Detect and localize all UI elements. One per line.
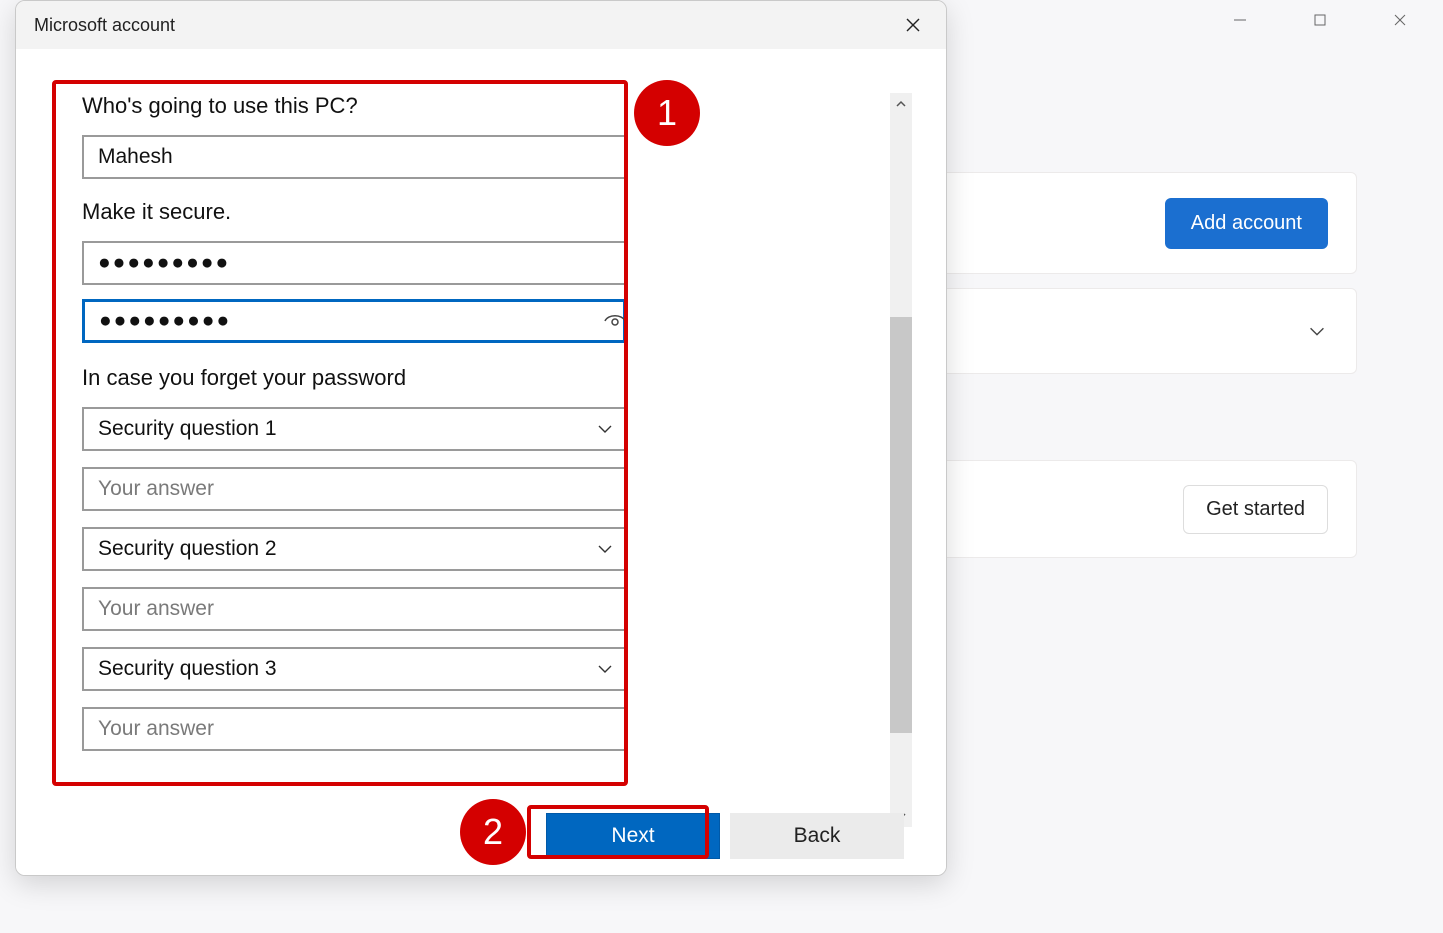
chevron-up-icon bbox=[895, 98, 907, 110]
close-window-button[interactable] bbox=[1377, 4, 1423, 36]
dialog-title: Microsoft account bbox=[16, 1, 946, 49]
scrollbar-track[interactable] bbox=[890, 93, 912, 827]
confirm-password-input[interactable] bbox=[82, 299, 626, 343]
minimize-button[interactable] bbox=[1217, 4, 1263, 36]
chevron-down-icon bbox=[596, 540, 614, 558]
window-controls bbox=[1217, 0, 1443, 48]
section-forget-heading: In case you forget your password bbox=[82, 365, 642, 391]
get-started-button[interactable]: Get started bbox=[1183, 485, 1328, 534]
scroll-up-button[interactable] bbox=[890, 93, 912, 115]
chevron-down-icon bbox=[596, 660, 614, 678]
section-secure-heading: Make it secure. bbox=[82, 199, 642, 225]
minimize-icon bbox=[1233, 13, 1247, 27]
close-icon bbox=[1393, 13, 1407, 27]
dialog-close-button[interactable] bbox=[890, 9, 936, 41]
add-account-button[interactable]: Add account bbox=[1165, 198, 1328, 249]
chevron-down-icon bbox=[1306, 320, 1328, 342]
chevron-down-icon bbox=[596, 420, 614, 438]
username-input[interactable] bbox=[82, 135, 626, 179]
close-icon bbox=[905, 17, 921, 33]
back-button[interactable]: Back bbox=[730, 813, 904, 859]
account-form: Who's going to use this PC? Make it secu… bbox=[82, 93, 642, 751]
security-question-3-select[interactable]: Security question 3 bbox=[82, 647, 626, 691]
password-input[interactable] bbox=[82, 241, 626, 285]
dialog-body: Who's going to use this PC? Make it secu… bbox=[16, 49, 946, 875]
microsoft-account-dialog: Microsoft account Who's going to use thi… bbox=[15, 0, 947, 876]
eye-icon bbox=[603, 312, 627, 330]
security-answer-3-input[interactable] bbox=[82, 707, 626, 751]
maximize-button[interactable] bbox=[1297, 4, 1343, 36]
section-user-heading: Who's going to use this PC? bbox=[82, 93, 642, 119]
security-answer-1-input[interactable] bbox=[82, 467, 626, 511]
dialog-action-bar: Next Back bbox=[546, 813, 904, 859]
security-question-2-select[interactable]: Security question 2 bbox=[82, 527, 626, 571]
next-button[interactable]: Next bbox=[546, 813, 720, 859]
scrollbar-thumb[interactable] bbox=[890, 317, 912, 733]
security-answer-2-input[interactable] bbox=[82, 587, 626, 631]
maximize-icon bbox=[1313, 13, 1327, 27]
reveal-password-button[interactable] bbox=[602, 311, 628, 331]
security-question-1-select[interactable]: Security question 1 bbox=[82, 407, 626, 451]
